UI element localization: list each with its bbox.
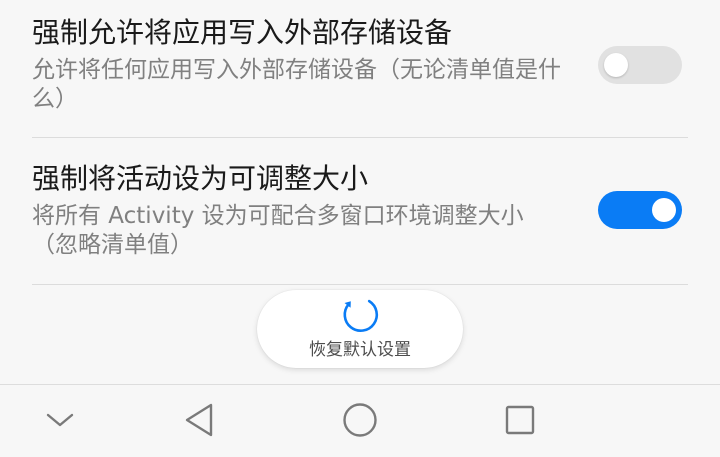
force-resizable-activities-toggle[interactable] [598, 191, 682, 229]
setting-description: 允许将任何应用写入外部存储设备（无论清单值是什么） [32, 57, 561, 112]
setting-description: 将所有 Activity 设为可配合多窗口环境调整大小（忽略清单值） [32, 203, 524, 258]
toggle-knob [604, 53, 628, 77]
reset-defaults-button[interactable]: 恢复默认设置 [257, 290, 463, 368]
navigation-bar [0, 384, 720, 457]
setting-title: 强制允许将应用写入外部存储设备 [32, 16, 453, 49]
setting-force-resizable-activities[interactable]: 强制将活动设为可调整大小 将所有 Activity 设为可配合多窗口环境调整大小… [32, 162, 688, 260]
chevron-down-icon[interactable] [36, 396, 84, 444]
home-circle-icon[interactable] [336, 396, 384, 444]
divider [32, 284, 688, 285]
setting-title: 强制将活动设为可调整大小 [32, 162, 369, 195]
reset-defaults-label: 恢复默认设置 [309, 340, 411, 360]
refresh-icon [343, 299, 379, 332]
back-triangle-icon[interactable] [176, 396, 224, 444]
recents-square-icon[interactable] [496, 396, 544, 444]
setting-force-external-storage[interactable]: 强制允许将应用写入外部存储设备 允许将任何应用写入外部存储设备（无论清单值是什么… [32, 16, 688, 114]
divider [32, 137, 688, 138]
toggle-knob [652, 198, 676, 222]
force-external-storage-toggle[interactable] [598, 46, 682, 84]
